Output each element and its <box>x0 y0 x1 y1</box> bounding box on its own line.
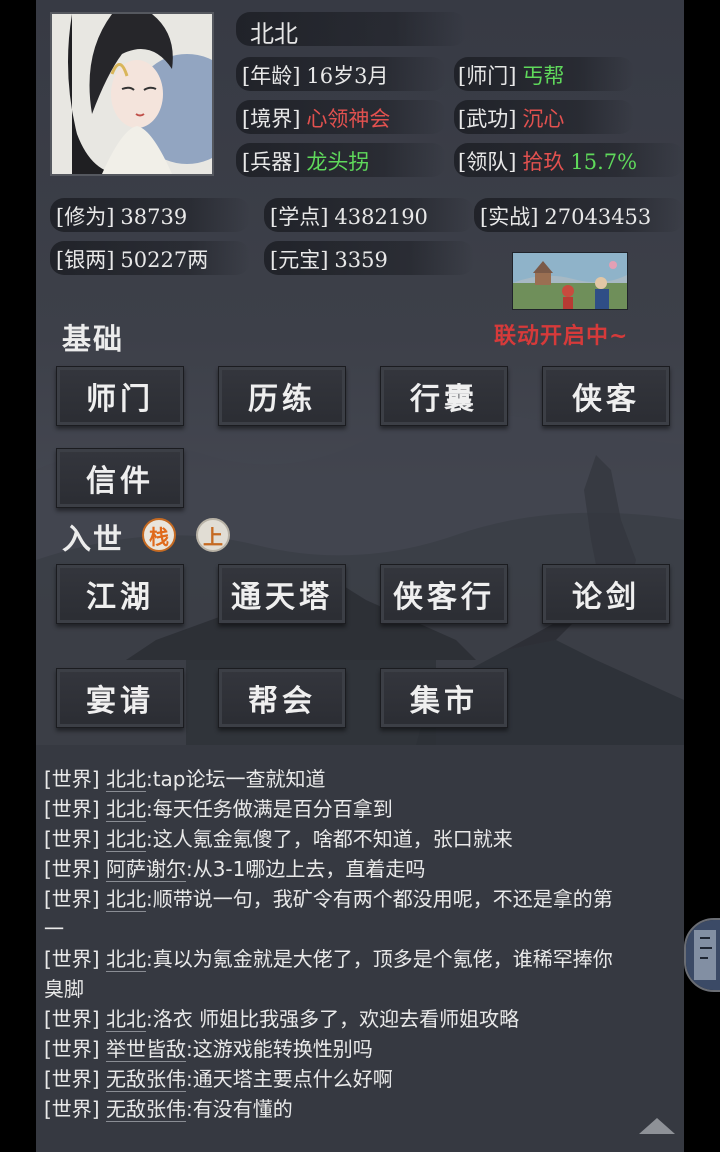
floating-avatar-icon[interactable] <box>684 918 720 992</box>
age-stat: [年龄] 16岁3月 <box>242 64 389 88</box>
chat-message[interactable]: [世界] 北北:洛衣 师姐比我强多了，欢迎去看师姐攻略 <box>44 1004 680 1034</box>
heroes-button[interactable]: 侠客 <box>542 366 670 426</box>
chat-message[interactable]: [世界] 举世皆敌:这游戏能转换性别吗 <box>44 1034 680 1064</box>
jianghu-button[interactable]: 江湖 <box>56 564 184 624</box>
sect-button[interactable]: 师门 <box>56 366 184 426</box>
chat-message[interactable]: [世界] 无敌张伟:通天塔主要点什么好啊 <box>44 1064 680 1094</box>
hero-journey-button[interactable]: 侠客行 <box>380 564 508 624</box>
guild-button[interactable]: 帮会 <box>218 668 346 728</box>
realm-stat: [境界] 心领神会 <box>242 107 391 131</box>
duel-button[interactable]: 论剑 <box>542 564 670 624</box>
silver-stat: [银两] 50227两 <box>56 248 209 272</box>
banquet-button[interactable]: 宴请 <box>56 668 184 728</box>
inn-badge[interactable]: 栈 <box>142 518 176 552</box>
chat-message-continuation: 臭脚 <box>44 977 84 1001</box>
team-stat[interactable]: [领队] 拾玖 15.7% <box>458 146 637 176</box>
combat-stat: [实战] 27043453 <box>480 205 652 229</box>
up-badge[interactable]: 上 <box>196 518 230 552</box>
basic-section-title: 基础 <box>62 322 125 356</box>
chat-message[interactable]: [世界] 阿萨谢尔:从3-1哪边上去，直着走吗 <box>44 854 680 884</box>
chat-message[interactable]: [世界] 北北:每天任务做满是百分百拿到 <box>44 794 680 824</box>
sect-stat: [师门] 丐帮 <box>458 64 565 88</box>
weapon-stat: [兵器] 龙头拐 <box>242 150 370 174</box>
game-screen: 北北 [年龄] 16岁3月 [师门] 丐帮 [境界] 心领神会 [武功] 沉心 [兵器]… <box>36 0 684 1152</box>
market-button[interactable]: 集市 <box>380 668 508 728</box>
collab-banner[interactable] <box>512 252 628 310</box>
collab-event-text[interactable]: 联动开启中~ <box>494 318 628 350</box>
tower-button[interactable]: 通天塔 <box>218 564 346 624</box>
study-points-stat: [学点] 4382190 <box>270 205 428 229</box>
triangle-up-icon[interactable] <box>639 1118 675 1134</box>
chat-message[interactable]: [世界] 北北:这人氪金氪傻了，啥都不知道，张口就来 <box>44 824 680 854</box>
world-section-title: 入世 <box>62 522 125 556</box>
training-button[interactable]: 历练 <box>218 366 346 426</box>
inventory-button[interactable]: 行囊 <box>380 366 508 426</box>
chat-message[interactable]: [世界] 北北:真以为氪金就是大佬了，顶多是个氪佬，谁稀罕捧你 <box>44 944 680 974</box>
skill-stat: [武功] 沉心 <box>458 107 565 131</box>
chat-message[interactable]: [世界] 北北:tap论坛一查就知道 <box>44 764 680 794</box>
mail-button[interactable]: 信件 <box>56 448 184 508</box>
cultivation-stat: [修为] 38739 <box>56 205 188 229</box>
world-chat[interactable]: [世界] 北北:tap论坛一查就知道 [世界] 北北:每天任务做满是百分百拿到 … <box>36 745 684 1152</box>
yuanbao-stat: [元宝] 3359 <box>270 248 388 272</box>
player-name: 北北 <box>250 20 298 48</box>
character-portrait[interactable] <box>50 12 214 176</box>
chat-message[interactable]: [世界] 无敌张伟:有没有懂的 <box>44 1094 680 1124</box>
chat-message-continuation: 一 <box>44 917 64 941</box>
chat-message[interactable]: [世界] 北北:顺带说一句，我矿令有两个都没用呢，不还是拿的第 <box>44 884 680 914</box>
